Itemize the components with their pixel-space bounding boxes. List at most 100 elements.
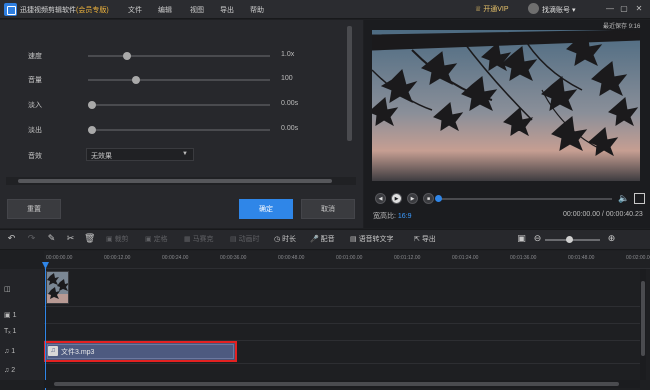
menu-help[interactable]: 帮助 xyxy=(250,5,264,15)
freeze-button[interactable]: ▣ 定格 xyxy=(145,234,168,244)
cancel-button[interactable]: 取消 xyxy=(301,199,355,219)
video-track-header[interactable]: ◫ xyxy=(4,285,11,293)
menu-file[interactable]: 文件 xyxy=(128,5,142,15)
zoom-slider-handle[interactable] xyxy=(566,236,573,243)
menu-view[interactable]: 视图 xyxy=(190,5,204,15)
playhead[interactable] xyxy=(45,262,46,390)
fit-timeline-icon[interactable]: ▣ xyxy=(516,233,527,244)
fade-in-slider-handle[interactable] xyxy=(88,101,96,109)
dubbing-label: 配音 xyxy=(320,236,335,243)
fade-out-label: 淡出 xyxy=(28,127,42,134)
mosaic-icon: ▦ xyxy=(184,236,193,243)
fade-out-value: 0.00s xyxy=(281,125,299,132)
previous-frame-button[interactable]: ◀ xyxy=(375,193,386,204)
chevron-down-icon: ▼ xyxy=(182,151,188,157)
speed-value: 1.0x xyxy=(281,51,295,58)
volume-slider[interactable] xyxy=(88,76,270,84)
edit-icon[interactable]: ✎ xyxy=(46,233,57,244)
app-title: 迅捷视频剪辑软件(会员专版) xyxy=(20,5,109,15)
close-icon[interactable]: ✕ xyxy=(634,3,644,15)
speed-label: 速度 xyxy=(28,53,42,60)
animation-button[interactable]: ▤ 动画时 xyxy=(230,234,260,244)
scroll-thumb[interactable] xyxy=(54,382,619,386)
audio-track-2-header[interactable]: ♫ 2 xyxy=(4,367,15,374)
speech-to-text-label: 语音转文字 xyxy=(358,236,394,243)
chevron-down-icon: ▾ xyxy=(570,7,576,14)
vip-label: 开通VIP xyxy=(483,6,509,13)
animation-label: 动画时 xyxy=(238,236,260,243)
volume-icon[interactable]: 🔈 xyxy=(618,193,629,204)
audio-track-header[interactable]: ♫ 1 xyxy=(4,348,15,355)
export-button[interactable]: ⇱ 导出 xyxy=(414,234,436,244)
ruler-tick: 00:01:48.00 xyxy=(568,255,595,261)
aspect-ratio[interactable]: 宽高比: 16:9 xyxy=(373,211,412,221)
duration-button[interactable]: ◷ 时长 xyxy=(274,234,296,244)
fade-in-slider[interactable] xyxy=(88,101,270,109)
dubbing-button[interactable]: 🎤 配音 xyxy=(310,234,335,244)
fade-out-slider-handle[interactable] xyxy=(88,126,96,134)
freeze-icon: ▣ xyxy=(145,236,154,243)
crop-label: 裁剪 xyxy=(114,236,129,243)
reset-button[interactable]: 重置 xyxy=(7,199,61,219)
playback-handle[interactable] xyxy=(435,195,442,202)
fade-out-slider[interactable] xyxy=(88,126,270,134)
video-clip[interactable] xyxy=(46,271,69,304)
redo-icon[interactable]: ↷ xyxy=(26,233,37,244)
play-button[interactable]: ▶ xyxy=(391,193,402,204)
ruler-tick: 00:02:00.00 xyxy=(626,255,650,261)
zoom-out-icon[interactable]: ⊖ xyxy=(532,233,543,244)
scroll-thumb[interactable] xyxy=(18,179,332,183)
menu-export[interactable]: 导出 xyxy=(220,5,234,15)
clock-icon: ◷ xyxy=(274,236,283,243)
app-name: 迅捷视频剪辑软件 xyxy=(20,7,76,14)
playback-time: 00:00:00.00 / 00:00:40.23 xyxy=(563,211,643,218)
mosaic-button[interactable]: ▦ 马赛克 xyxy=(184,234,214,244)
panel-horizontal-scrollbar[interactable] xyxy=(6,177,356,185)
overlay-track-header[interactable]: ▣ 1 xyxy=(4,311,16,319)
maximize-icon[interactable]: ▢ xyxy=(619,3,629,15)
stop-button[interactable]: ■ xyxy=(423,193,434,204)
video-track-icon: ◫ xyxy=(4,286,11,293)
vip-button[interactable]: ♕ 开通VIP xyxy=(475,4,509,14)
zoom-in-icon[interactable]: ⊕ xyxy=(606,233,617,244)
speech-icon: ▤ xyxy=(350,236,359,243)
ruler-tick: 00:01:36.00 xyxy=(510,255,537,261)
minimize-icon[interactable]: — xyxy=(605,3,615,15)
split-icon[interactable]: ✂ xyxy=(65,233,76,244)
overlay-track-number: 1 xyxy=(12,312,17,319)
sound-effect-value: 无效果 xyxy=(91,153,112,160)
speed-slider[interactable] xyxy=(88,52,270,60)
fullscreen-icon[interactable] xyxy=(634,193,645,204)
video-preview xyxy=(372,30,640,181)
crown-icon: ♕ xyxy=(475,6,484,13)
aspect-ratio-label: 宽高比: xyxy=(373,213,396,220)
track-divider xyxy=(44,306,640,307)
menu-edit[interactable]: 编辑 xyxy=(158,5,172,15)
delete-icon[interactable]: 🗑 xyxy=(84,233,95,244)
speed-slider-handle[interactable] xyxy=(122,52,131,60)
timeline-vertical-scrollbar[interactable] xyxy=(640,269,646,380)
playback-progress[interactable] xyxy=(436,198,612,200)
music-file-icon: ♫ xyxy=(48,346,58,356)
next-frame-button[interactable]: ▶ xyxy=(407,193,418,204)
mosaic-label: 马赛克 xyxy=(192,236,214,243)
timeline xyxy=(0,251,650,390)
export-label: 导出 xyxy=(421,236,436,243)
export-icon: ⇱ xyxy=(414,236,422,243)
speech-to-text-button[interactable]: ▤ 语音转文字 xyxy=(350,234,394,244)
audio-clip-name: 文件3.mp3 xyxy=(61,349,95,356)
panel-scrollbar[interactable] xyxy=(347,26,352,141)
avatar[interactable] xyxy=(528,3,539,14)
undo-icon[interactable]: ↶ xyxy=(6,233,17,244)
confirm-button[interactable]: 确定 xyxy=(239,199,293,219)
timeline-horizontal-scrollbar[interactable] xyxy=(44,380,640,388)
ruler-tick: 00:00:36.00 xyxy=(220,255,247,261)
text-track-number: 1 xyxy=(12,328,17,335)
text-track-header[interactable]: Tₓ 1 xyxy=(4,328,16,335)
account-button[interactable]: 找滴账号 ▾ xyxy=(542,5,575,15)
track-divider xyxy=(44,363,640,364)
crop-button[interactable]: ▣ 裁剪 xyxy=(106,234,129,244)
sound-effect-select[interactable]: 无效果 ▼ xyxy=(86,148,194,161)
volume-slider-handle[interactable] xyxy=(131,76,140,84)
scroll-thumb[interactable] xyxy=(641,281,645,356)
